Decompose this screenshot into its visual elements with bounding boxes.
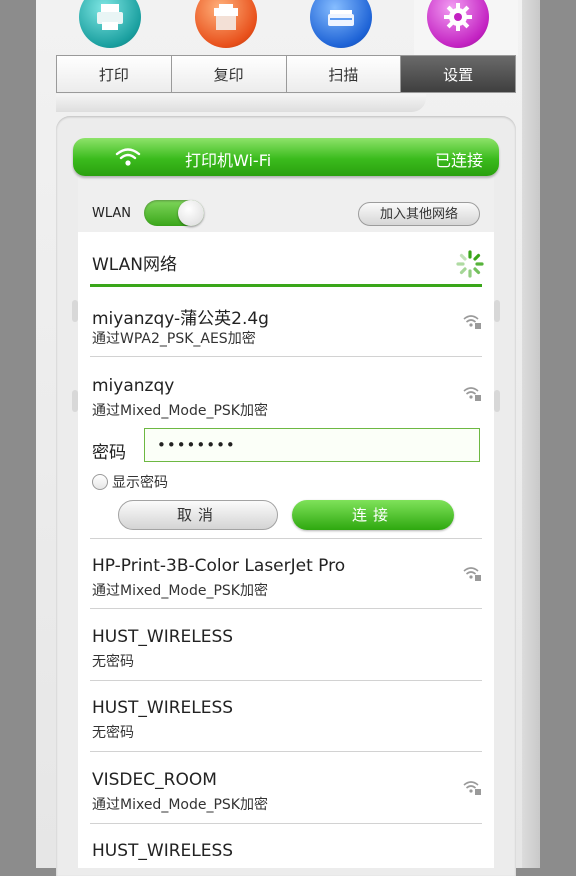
toggle-knob [178, 200, 204, 226]
password-input[interactable] [144, 428, 480, 462]
list-separator [90, 751, 482, 752]
wlan-label: WLAN [92, 206, 132, 221]
wlan-bar: WLAN 加入其他网络 [78, 176, 494, 232]
network-security: 通过Mixed_Mode_PSK加密 [92, 797, 268, 813]
network-name: HUST_WIRELESS [92, 698, 234, 718]
panel-notch [494, 390, 500, 412]
list-separator [90, 538, 482, 539]
tab-print[interactable]: 打印 [57, 56, 172, 92]
wifi-lock-icon [463, 781, 481, 795]
section-divider [90, 284, 482, 287]
printer-wifi-header: 打印机Wi-Fi 已连接 [73, 138, 499, 176]
device-edge [522, 0, 540, 868]
network-security: 通过Mixed_Mode_PSK加密 [92, 403, 268, 419]
wlan-toggle[interactable] [144, 200, 204, 226]
wifi-settings-content: WLAN 加入其他网络 WLAN网络 miyanzqy-蒲公英2.4g 通过WP… [78, 176, 494, 868]
network-name: HUST_WIRELESS [92, 627, 234, 647]
list-separator [90, 356, 482, 357]
show-password-label: 显示密码 [112, 475, 168, 491]
wifi-lock-icon [463, 387, 481, 401]
list-separator [90, 823, 482, 824]
network-security: 无密码 [92, 654, 134, 670]
network-security: 通过WPA2_PSK_AES加密 [92, 331, 256, 347]
tab-shelf [56, 94, 426, 112]
panel-notch [494, 300, 500, 322]
network-name: miyanzqy [92, 376, 175, 396]
tab-settings[interactable]: 设置 [401, 56, 515, 92]
wifi-lock-icon [463, 567, 481, 581]
wifi-icon [115, 148, 141, 166]
mode-tabs: 打印 复印 扫描 设置 [56, 55, 516, 93]
network-security: 通过Mixed_Mode_PSK加密 [92, 583, 268, 599]
wlan-networks-title: WLAN网络 [92, 255, 178, 275]
tab-scan[interactable]: 扫描 [286, 56, 402, 92]
cancel-button[interactable]: 取消 [118, 500, 278, 530]
loading-spinner-icon [456, 250, 484, 278]
connect-button[interactable]: 连接 [292, 500, 454, 530]
network-security: 无密码 [92, 725, 134, 741]
password-label: 密码 [92, 443, 126, 463]
network-name: HP-Print-3B-Color LaserJet Pro [92, 556, 346, 576]
wifi-header-title: 打印机Wi-Fi [185, 151, 272, 170]
list-separator [90, 680, 482, 681]
list-separator [90, 608, 482, 609]
tab-copy[interactable]: 复印 [171, 56, 287, 92]
network-name: HUST_WIRELESS [92, 841, 234, 861]
network-name: miyanzqy-蒲公英2.4g [92, 309, 269, 329]
show-password-radio[interactable] [92, 474, 108, 490]
join-other-network-button[interactable]: 加入其他网络 [358, 202, 480, 226]
network-name: VISDEC_ROOM [92, 770, 217, 790]
wifi-lock-icon [463, 315, 481, 329]
show-password-option[interactable]: 显示密码 [92, 472, 168, 492]
connection-status: 已连接 [434, 151, 483, 170]
